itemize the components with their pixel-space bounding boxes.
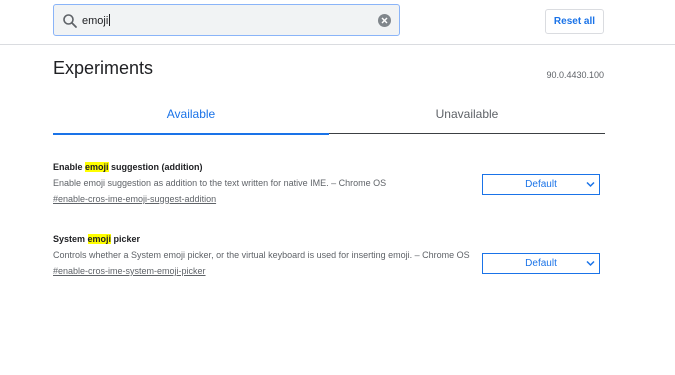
tab-unavailable[interactable]: Unavailable xyxy=(329,107,605,134)
experiment-select[interactable]: Default xyxy=(482,174,600,195)
text-caret xyxy=(109,14,111,26)
experiment-name: Enable emoji suggestion (addition) xyxy=(53,162,203,172)
experiment-description: Enable emoji suggestion as addition to t… xyxy=(53,178,387,188)
clear-icon[interactable] xyxy=(378,14,391,27)
reset-all-button[interactable]: Reset all xyxy=(545,9,604,34)
experiment-link[interactable]: #enable-cros-ime-emoji-suggest-addition xyxy=(53,194,216,204)
tab-available[interactable]: Available xyxy=(53,107,329,135)
search-query: emoji xyxy=(82,14,111,27)
chevron-down-icon xyxy=(586,260,595,267)
version-label: 90.0.4430.100 xyxy=(546,70,604,80)
chevron-down-icon xyxy=(586,181,595,188)
experiment-description: Controls whether a System emoji picker, … xyxy=(53,250,470,260)
experiment-select[interactable]: Default xyxy=(482,253,600,274)
search-highlight: emoji xyxy=(85,162,109,172)
search-input[interactable]: emoji xyxy=(53,4,400,36)
experiment-link[interactable]: #enable-cros-ime-system-emoji-picker xyxy=(53,266,206,276)
experiment-name: System emoji picker xyxy=(53,234,141,244)
search-icon xyxy=(63,14,77,28)
search-highlight: emoji xyxy=(87,234,112,244)
select-value: Default xyxy=(525,258,557,269)
header-bar: emoji Reset all xyxy=(0,0,675,45)
page-title: Experiments xyxy=(53,58,154,78)
select-value: Default xyxy=(525,179,557,190)
